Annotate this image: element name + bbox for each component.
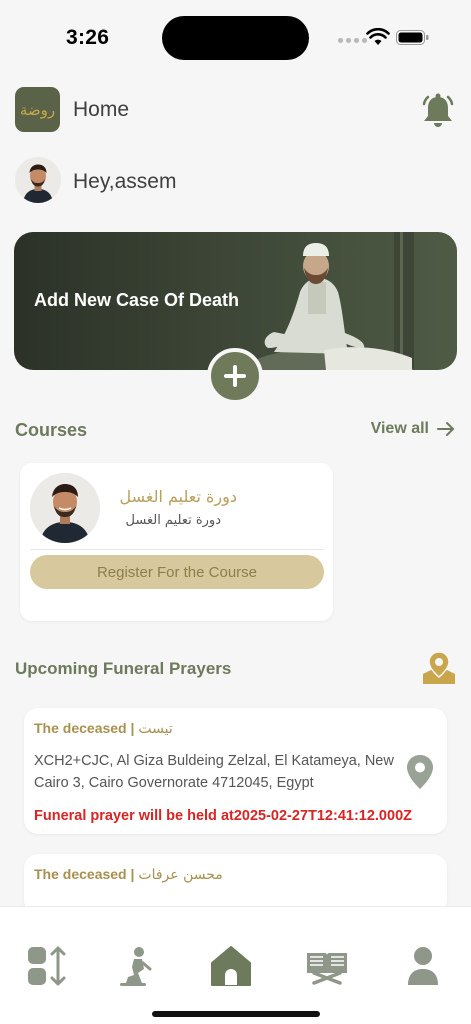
bottom-tab-bar bbox=[0, 906, 471, 1024]
avatar[interactable] bbox=[15, 157, 61, 203]
greeting-row: Hey,assem bbox=[15, 157, 456, 205]
tab-sort[interactable] bbox=[24, 943, 70, 989]
page-title: Home bbox=[73, 98, 130, 121]
profile-icon bbox=[408, 947, 438, 985]
course-card[interactable]: دورة تعليم الغسل دورة تعليم الغسل Regist… bbox=[20, 463, 333, 621]
cellular-signal-icon bbox=[338, 38, 367, 43]
prayer-time: Funeral prayer will be held at2025-02-27… bbox=[34, 808, 412, 824]
greeting-text: Hey,assem bbox=[73, 170, 177, 193]
map-location-icon[interactable] bbox=[421, 650, 457, 686]
tab-profile[interactable] bbox=[400, 943, 446, 989]
status-bar: 3:26 bbox=[0, 0, 471, 78]
view-all-courses-link[interactable]: View all bbox=[371, 420, 455, 438]
quran-icon bbox=[307, 953, 347, 985]
divider bbox=[30, 549, 323, 550]
view-all-label: View all bbox=[370, 420, 429, 437]
course-subtitle: دورة تعليم الغسل bbox=[125, 513, 221, 528]
course-instructor-avatar bbox=[30, 473, 100, 543]
home-indicator bbox=[152, 1011, 320, 1017]
deceased-name: تيست bbox=[138, 721, 173, 737]
funeral-address: XCH2+CJC, Al Giza Buldeing Zelzal, El Ka… bbox=[34, 753, 394, 791]
tab-quran[interactable] bbox=[304, 943, 350, 989]
add-case-button[interactable] bbox=[207, 348, 263, 404]
home-icon bbox=[211, 946, 251, 986]
prayer-icon bbox=[120, 947, 152, 986]
tab-prayer[interactable] bbox=[112, 943, 158, 989]
notification-bell-icon[interactable] bbox=[420, 92, 456, 130]
hero-title: Add New Case Of Death bbox=[34, 290, 240, 310]
battery-icon bbox=[396, 30, 429, 45]
funeral-card[interactable]: The deceased | تيست XCH2+CJC, Al Giza Bu… bbox=[24, 708, 447, 834]
plus-icon bbox=[224, 365, 246, 387]
location-pin-icon[interactable] bbox=[405, 754, 435, 790]
dynamic-island bbox=[162, 16, 309, 60]
deceased-row: The deceased | محسن عرفات bbox=[34, 866, 223, 883]
hero-illustration bbox=[244, 232, 414, 370]
sort-icon bbox=[28, 946, 66, 986]
funeral-card[interactable]: The deceased | محسن عرفات bbox=[24, 854, 447, 914]
app-header: روضة Home bbox=[15, 87, 456, 133]
arrow-right-icon bbox=[437, 422, 454, 436]
register-course-button[interactable]: Register For the Course bbox=[30, 555, 324, 589]
status-time: 3:26 bbox=[66, 26, 110, 49]
deceased-label: The deceased | bbox=[34, 720, 135, 736]
course-title: دورة تعليم الغسل bbox=[119, 487, 237, 506]
funerals-section-title: Upcoming Funeral Prayers bbox=[15, 659, 232, 678]
wifi-icon bbox=[366, 28, 390, 45]
deceased-label: The deceased | bbox=[34, 866, 135, 882]
deceased-row: The deceased | تيست bbox=[34, 720, 173, 737]
deceased-name: محسن عرفات bbox=[138, 867, 223, 883]
tab-home[interactable] bbox=[208, 943, 254, 989]
courses-section-title: Courses bbox=[15, 420, 88, 440]
app-logo: روضة bbox=[15, 87, 60, 132]
